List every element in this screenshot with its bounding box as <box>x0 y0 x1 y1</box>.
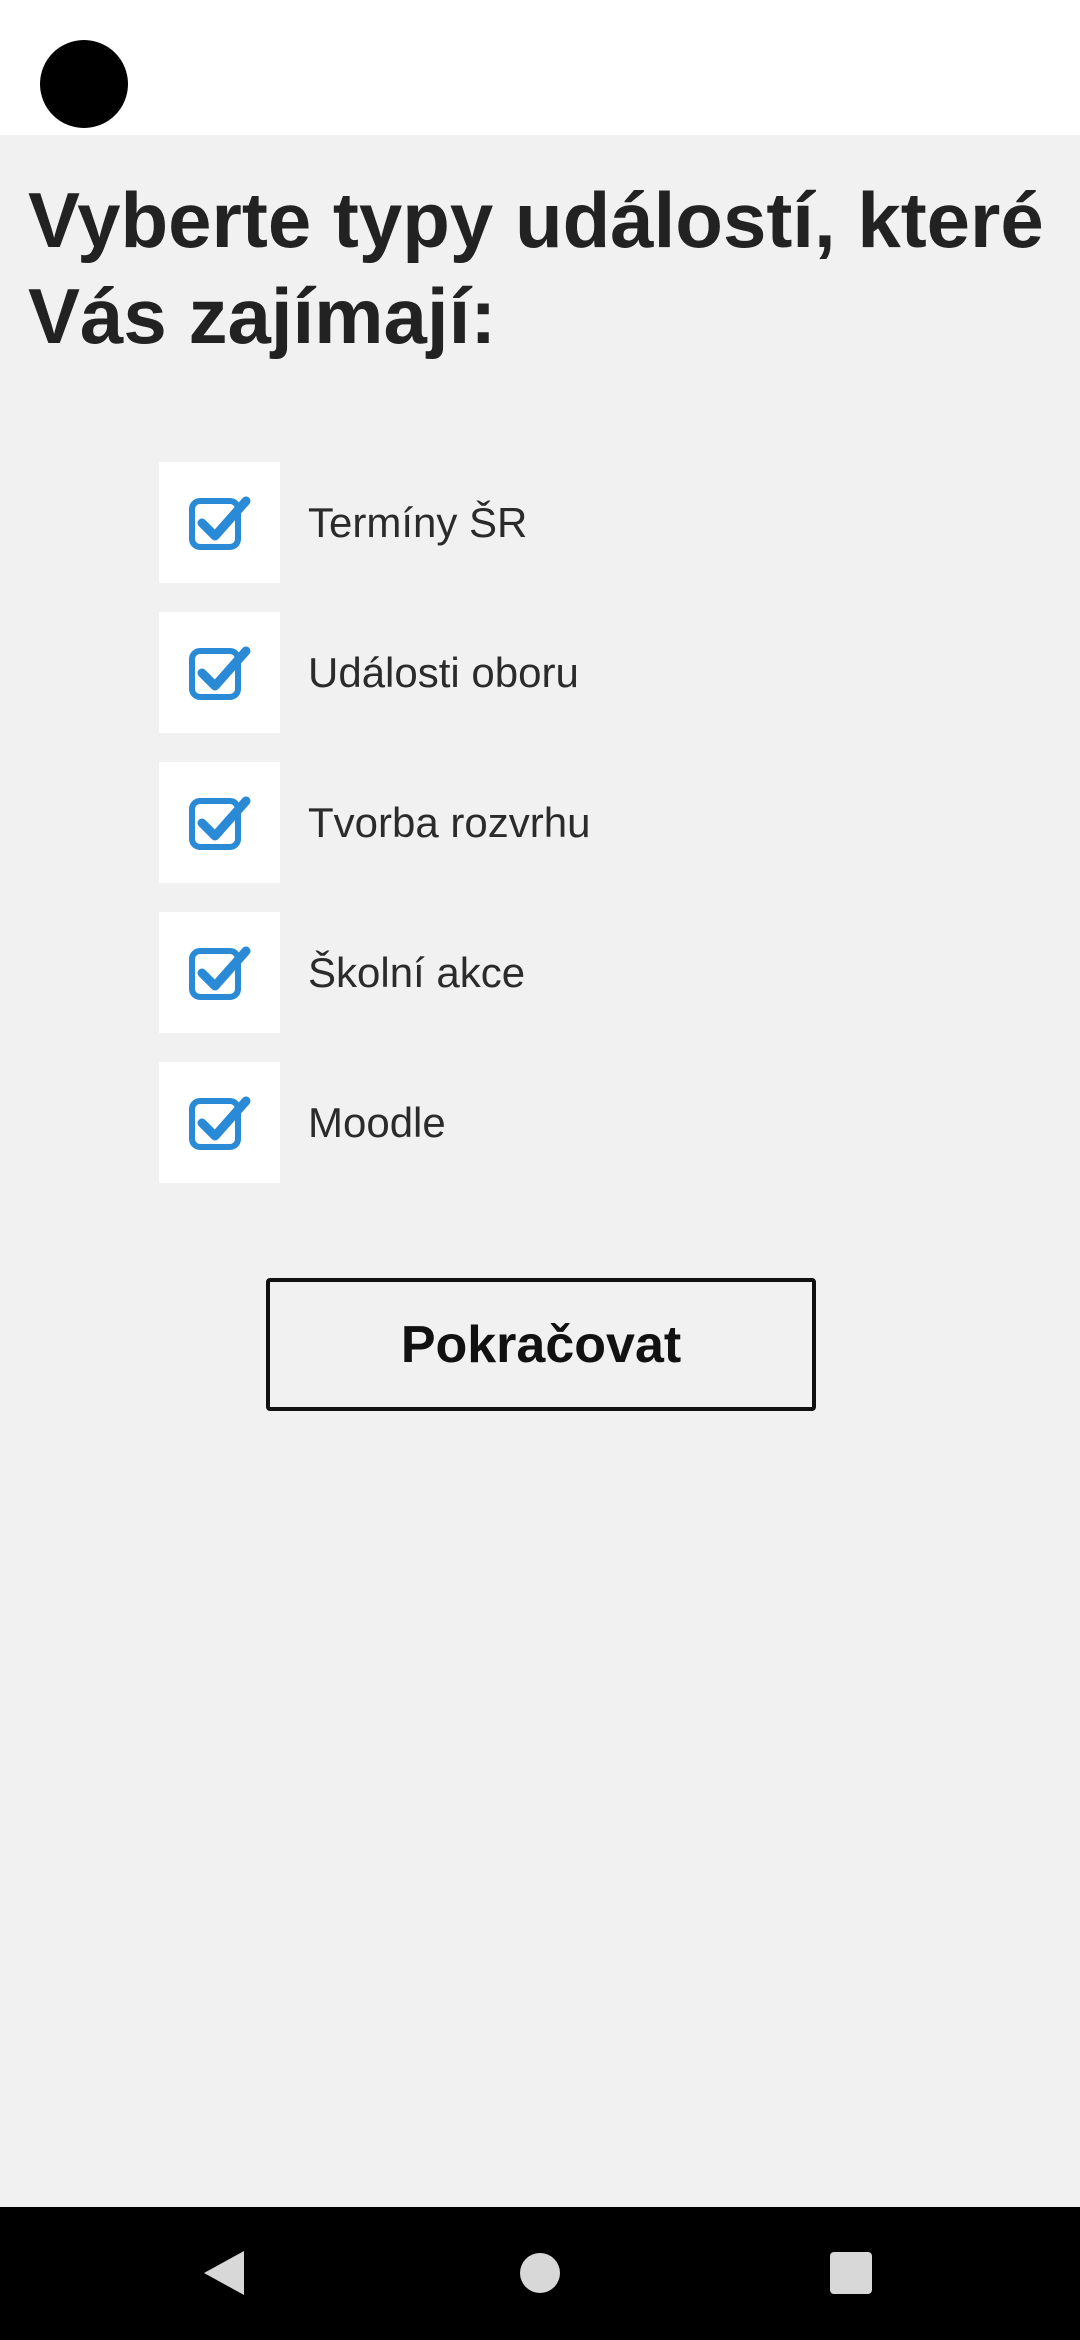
checkbox-checked-icon <box>188 796 250 850</box>
back-triangle-icon[interactable] <box>204 2251 244 2295</box>
continue-button[interactable]: Pokračovat <box>266 1278 816 1411</box>
navigation-bar <box>0 2207 1080 2340</box>
home-circle-icon[interactable] <box>520 2253 560 2293</box>
option-label: Moodle <box>308 1098 446 1146</box>
event-type-list: Termíny ŠR Události oboru Tvorba rozvrhu <box>159 462 959 1212</box>
option-terminy-sr[interactable]: Termíny ŠR <box>159 462 959 583</box>
page-title: Vyberte typy událostí, které Vás zajímaj… <box>28 176 1044 360</box>
option-label: Události oboru <box>308 648 579 696</box>
option-moodle[interactable]: Moodle <box>159 1062 959 1183</box>
checkbox[interactable] <box>159 612 280 733</box>
camera-cutout <box>40 40 128 128</box>
checkbox[interactable] <box>159 912 280 1033</box>
option-label: Tvorba rozvrhu <box>308 798 591 846</box>
checkbox-checked-icon <box>188 496 250 550</box>
checkbox-checked-icon <box>188 946 250 1000</box>
checkbox[interactable] <box>159 462 280 583</box>
option-tvorba-rozvrhu[interactable]: Tvorba rozvrhu <box>159 762 959 883</box>
recents-square-icon[interactable] <box>830 2252 872 2294</box>
checkbox[interactable] <box>159 762 280 883</box>
option-label: Školní akce <box>308 948 526 996</box>
status-bar <box>0 0 1080 135</box>
checkbox-checked-icon <box>188 646 250 700</box>
checkbox[interactable] <box>159 1062 280 1183</box>
option-udalosti-oboru[interactable]: Události oboru <box>159 612 959 733</box>
option-label: Termíny ŠR <box>308 498 528 546</box>
option-skolni-akce[interactable]: Školní akce <box>159 912 959 1033</box>
checkbox-checked-icon <box>188 1096 250 1150</box>
